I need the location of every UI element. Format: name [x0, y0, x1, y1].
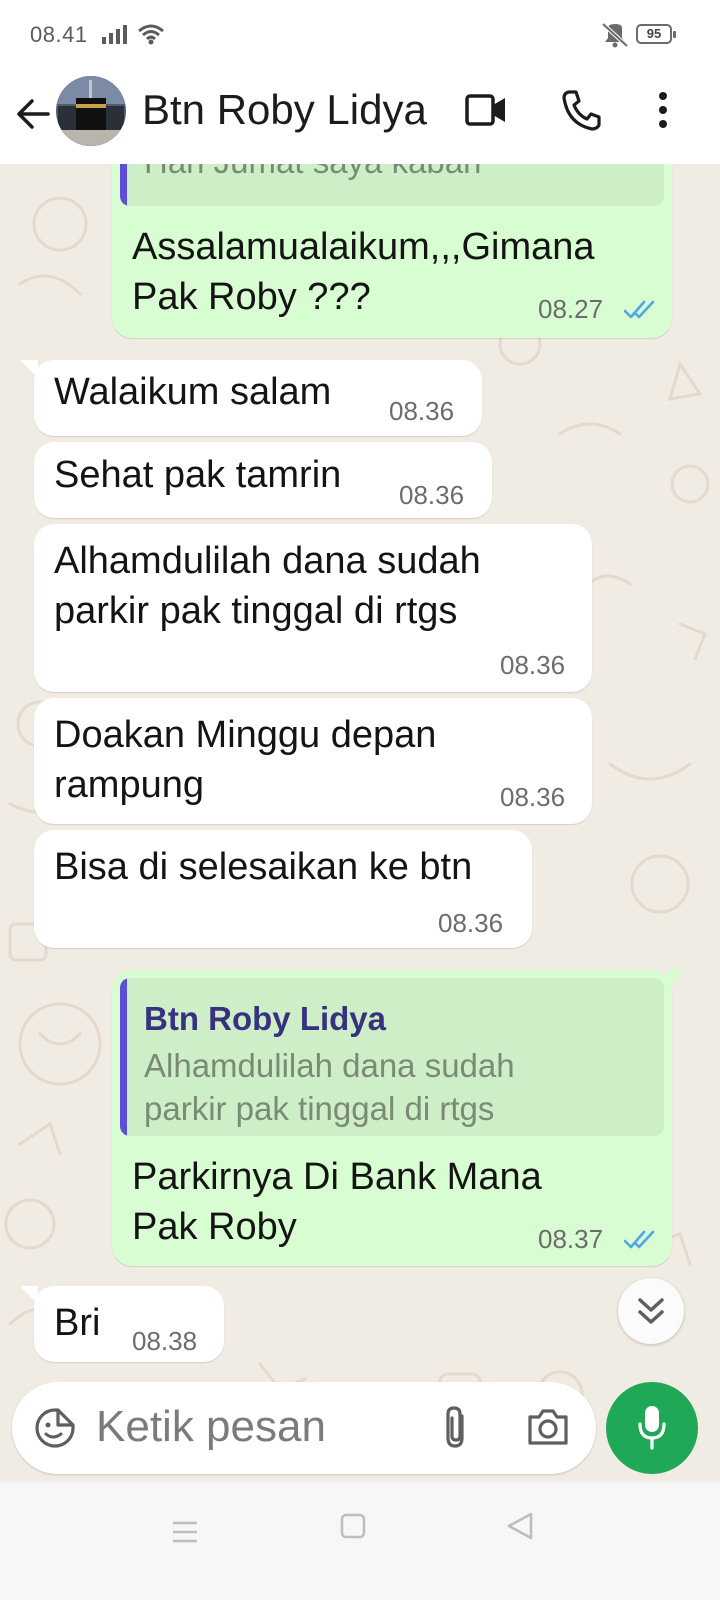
home-icon[interactable] [340, 1513, 366, 1539]
status-time: 08.41 [30, 22, 88, 47]
message-text: Alhamdulilah dana sudah parkir pak tingg… [54, 540, 481, 632]
read-ticks-icon [624, 1230, 655, 1249]
quote-bar [120, 164, 127, 206]
phone-call-icon[interactable] [560, 88, 602, 132]
battery-indicator: 95 [636, 24, 676, 44]
quoted-text: Hari Jumat saya kabari [144, 164, 481, 183]
quoted-message[interactable]: Hari Jumat saya kabari [120, 164, 664, 206]
microphone-icon [638, 1406, 666, 1450]
message-input-box[interactable]: Ketik pesan [12, 1382, 596, 1474]
avatar-image [56, 76, 126, 146]
vibrate-off-icon [601, 22, 629, 48]
nav-back-icon[interactable] [506, 1511, 534, 1541]
message-bubble-incoming[interactable]: Bisa di selesaikan ke btn 08.36 [34, 830, 532, 948]
message-bubble-incoming[interactable]: Walaikum salam 08.36 [34, 360, 482, 436]
status-bar: 08.41 95 [0, 0, 720, 70]
message-bubble-incoming[interactable]: Sehat pak tamrin 08.36 [34, 442, 492, 518]
quoted-text: Alhamdulilah dana sudah parkir pak tingg… [144, 1047, 515, 1127]
message-bubble-outgoing[interactable]: Hari Jumat saya kabari Assalamualaikum,,… [112, 164, 672, 338]
message-time: 08.36 [438, 908, 504, 938]
message-time: 08.36 [500, 650, 566, 680]
message-text: Walaikum salam [54, 371, 332, 413]
quoted-author: Btn Roby Lidya [144, 1000, 387, 1037]
quoted-message[interactable]: Btn Roby Lidya Alhamdulilah dana sudah p… [120, 978, 664, 1136]
back-arrow-icon[interactable] [14, 92, 54, 136]
message-text: Bri [54, 1302, 101, 1344]
message-time: 08.37 [538, 1224, 604, 1254]
message-bubble-incoming[interactable]: Doakan Minggu depan rampung 08.36 [34, 698, 592, 824]
chat-header: Btn Roby Lidya [0, 70, 720, 165]
message-bubble-outgoing[interactable]: Btn Roby Lidya Alhamdulilah dana sudah p… [112, 970, 672, 1266]
message-text: Bisa di selesaikan ke btn [54, 846, 473, 888]
message-bubble-incoming[interactable]: Bri 08.38 [34, 1286, 224, 1362]
system-navigation-bar [0, 1482, 720, 1600]
emoji-icon[interactable] [34, 1407, 76, 1449]
recent-apps-icon[interactable] [172, 1521, 198, 1543]
double-chevron-down-icon [638, 1298, 664, 1324]
message-text: Sehat pak tamrin [54, 454, 342, 496]
voice-record-button[interactable] [606, 1382, 698, 1474]
read-ticks-icon [624, 300, 655, 319]
message-time: 08.38 [132, 1326, 198, 1356]
chat-title[interactable]: Btn Roby Lidya [142, 86, 427, 134]
paperclip-icon[interactable] [438, 1404, 474, 1452]
camera-icon[interactable] [526, 1407, 570, 1447]
message-time: 08.36 [500, 782, 566, 812]
message-time: 08.27 [538, 294, 604, 324]
signal-icon [102, 25, 127, 44]
bubble-tail [668, 970, 686, 988]
contact-avatar[interactable] [56, 76, 126, 146]
quote-bar [120, 978, 127, 1136]
message-text: Parkirnya Di Bank Mana Pak Roby [132, 1156, 542, 1248]
message-time: 08.36 [389, 396, 455, 426]
message-time: 08.36 [399, 480, 465, 510]
wifi-icon [138, 24, 164, 45]
message-bubble-incoming[interactable]: Alhamdulilah dana sudah parkir pak tingg… [34, 524, 592, 692]
more-menu-icon[interactable] [648, 90, 678, 130]
chat-area[interactable]: Hari Jumat saya kabari Assalamualaikum,,… [0, 164, 720, 1482]
video-call-icon[interactable] [464, 90, 508, 130]
message-placeholder[interactable]: Ketik pesan [96, 1402, 326, 1452]
message-text: Assalamualaikum,,,Gimana Pak Roby ??? [132, 226, 595, 318]
scroll-to-bottom-button[interactable] [618, 1278, 684, 1344]
message-text: Doakan Minggu depan rampung [54, 714, 437, 806]
